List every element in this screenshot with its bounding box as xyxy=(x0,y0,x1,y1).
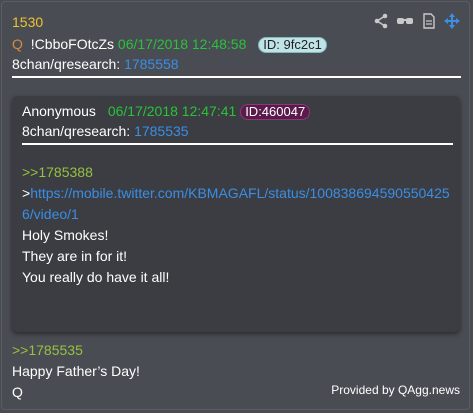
quoted-board-name: 8chan/qresearch: xyxy=(22,123,131,139)
quoted-body-line: You really do have it all! xyxy=(22,269,170,285)
share-icon[interactable] xyxy=(373,13,389,29)
poster-id-badge[interactable]: ID: 9fc2c1 xyxy=(258,37,327,53)
tweet-url-link[interactable]: https://mobile.twitter.com/KBMAGAFL/stat… xyxy=(30,185,449,201)
quoted-reply-link[interactable]: >>1785388 xyxy=(22,163,93,181)
glasses-icon[interactable] xyxy=(396,13,414,29)
document-icon[interactable] xyxy=(421,13,437,29)
quoted-author-line: Anonymous 06/17/2018 12:47:41 ID:460047 xyxy=(22,102,311,120)
quoted-id-badge[interactable]: ID:460047 xyxy=(240,104,311,120)
post-card: 1530 Q !CbboFOtcZs 06/17/2018 12:48:58 I… xyxy=(1,1,470,410)
post-number: 1530 xyxy=(12,14,44,30)
tweet-url-link-continued[interactable]: 6/video/1 xyxy=(22,205,79,223)
quoted-url-line: >https://mobile.twitter.com/KBMAGAFL/sta… xyxy=(22,184,450,202)
quoted-post-link[interactable]: 1785535 xyxy=(134,123,189,139)
quoted-divider xyxy=(22,143,453,145)
quoted-post: Anonymous 06/17/2018 12:47:41 ID:460047 … xyxy=(12,96,460,332)
post-author-line: Q !CbboFOtcZs 06/17/2018 12:48:58 ID: 9f… xyxy=(12,35,327,53)
move-icon[interactable] xyxy=(444,13,460,29)
post-link[interactable]: 1785558 xyxy=(124,56,179,72)
post-board-line: 8chan/qresearch: 1785558 xyxy=(12,55,179,73)
board-name: 8chan/qresearch: xyxy=(12,56,121,72)
quoted-author: Anonymous xyxy=(22,103,96,119)
quoted-body-line: They are in for it! xyxy=(22,248,128,264)
footer-credit: Provided by QAgg.news xyxy=(331,383,460,397)
trip-prefix: Q xyxy=(12,36,23,52)
quoted-body-line: Holy Smokes! xyxy=(22,227,109,243)
quoted-board-line: 8chan/qresearch: 1785535 xyxy=(22,122,189,140)
post-body-line: Happy Father’s Day! xyxy=(12,363,140,379)
tripcode: !CbboFOtcZs xyxy=(30,36,115,52)
reply-link[interactable]: >>1785535 xyxy=(12,341,83,359)
post-timestamp: 06/17/2018 12:48:58 xyxy=(117,36,247,52)
header-divider xyxy=(12,76,461,78)
url-prefix: > xyxy=(22,185,31,201)
post-toolbar xyxy=(373,13,460,29)
post-signature: Q xyxy=(12,384,23,400)
quoted-timestamp: 06/17/2018 12:47:41 xyxy=(107,103,237,119)
